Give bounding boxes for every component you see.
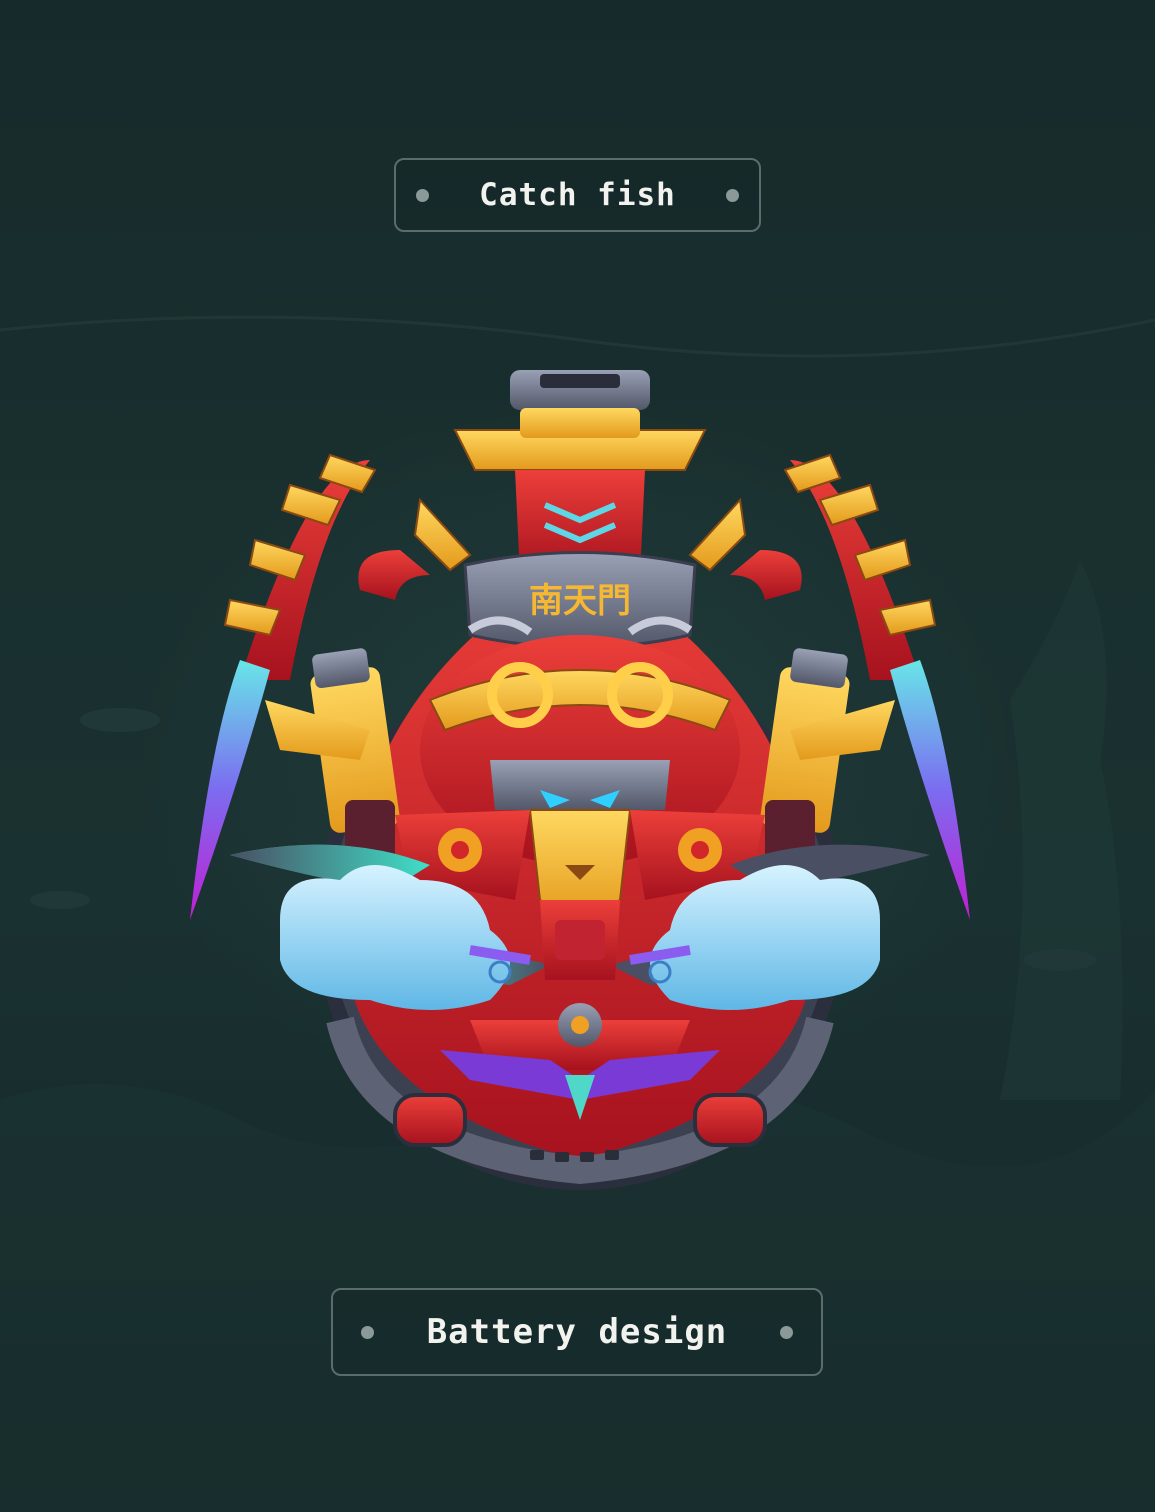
badge-dot-right [726,188,739,202]
badge-dot-left [361,1325,374,1339]
bottom-title-label: Battery design [426,1312,728,1352]
badge-dot-right [780,1325,793,1339]
top-title-label: Catch fish [479,177,676,213]
badge-dot-left [416,188,429,202]
top-title-badge: Catch fish [394,158,761,232]
bottom-title-badge: Battery design [331,1288,823,1376]
monkey-king-turret-icon: 南天門 [190,370,970,1190]
plaque-text: 南天門 [529,581,631,621]
